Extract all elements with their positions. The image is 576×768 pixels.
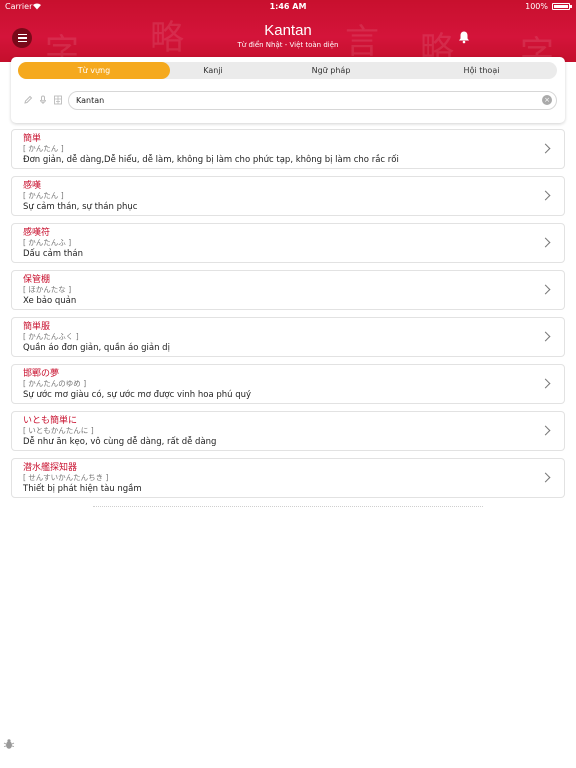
kanji-icon[interactable] xyxy=(53,95,63,105)
result-item[interactable]: いとも簡単に [ いともかんたんに ] Dễ như ăn kẹo, vô cù… xyxy=(11,411,565,451)
search-field: × xyxy=(68,91,557,110)
app-header: 字 略 言 略 字 Carrier 1:46 AM 100% Kantan Từ… xyxy=(0,0,576,62)
result-item[interactable]: 感嘆 [ かんたん ] Sự cảm thán, sự thán phục xyxy=(11,176,565,216)
input-tools xyxy=(23,95,63,105)
tab-ngu-phap[interactable]: Ngữ pháp xyxy=(256,62,406,79)
result-reading: [ かんたん ] xyxy=(23,144,64,153)
list-end-divider xyxy=(93,506,483,507)
pencil-icon[interactable] xyxy=(23,95,33,105)
status-bar: Carrier 1:46 AM 100% xyxy=(0,0,576,13)
result-item[interactable]: 簡単 [ かんたん ] Đơn giản, dễ dàng,Dễ hiểu, d… xyxy=(11,129,565,169)
tab-tu-vung[interactable]: Từ vựng xyxy=(18,62,170,79)
result-meaning: Sự ước mơ giàu có, sự ước mơ được vinh h… xyxy=(23,390,252,400)
search-input[interactable] xyxy=(76,92,536,109)
chevron-right-icon xyxy=(540,237,551,248)
tab-kanji[interactable]: Kanji xyxy=(170,62,256,79)
result-meaning: Quần áo đơn giản, quần áo giản dị xyxy=(23,343,170,353)
chevron-right-icon xyxy=(540,143,551,154)
result-reading: [ せんすいかんたんちき ] xyxy=(23,473,109,482)
result-reading: [ かんたん ] xyxy=(23,191,64,200)
battery-percent: 100% xyxy=(525,2,548,11)
chevron-right-icon xyxy=(540,378,551,389)
app-title: Kantan xyxy=(264,22,312,39)
result-meaning: Dễ như ăn kẹo, vô cùng dễ dàng, rất dễ d… xyxy=(23,437,217,447)
result-item[interactable]: 簡単服 [ かんたんふく ] Quần áo đơn giản, quần áo… xyxy=(11,317,565,357)
chevron-right-icon xyxy=(540,425,551,436)
result-meaning: Sự cảm thán, sự thán phục xyxy=(23,202,138,212)
tab-hoi-thoai[interactable]: Hội thoại xyxy=(406,62,557,79)
title-block: Kantan Từ điển Nhật - Việt toàn diện xyxy=(0,22,576,50)
chevron-right-icon xyxy=(540,331,551,342)
chevron-right-icon xyxy=(540,472,551,483)
result-item[interactable]: 保管棚 [ ほかんたな ] Xe bảo quản xyxy=(11,270,565,310)
app-subtitle: Từ điển Nhật - Việt toàn diện xyxy=(237,41,339,49)
result-meaning: Xe bảo quản xyxy=(23,296,77,306)
result-item[interactable]: 邯鄲の夢 [ かんたんのゆめ ] Sự ước mơ giàu có, sự ư… xyxy=(11,364,565,404)
result-item[interactable]: 感嘆符 [ かんたんふ ] Dấu cảm thán xyxy=(11,223,565,263)
result-reading: [ いともかんたんに ] xyxy=(23,426,94,435)
chevron-right-icon xyxy=(540,284,551,295)
result-item[interactable]: 潜水艦探知器 [ せんすいかんたんちき ] Thiết bị phát hiện… xyxy=(11,458,565,498)
result-meaning: Dấu cảm thán xyxy=(23,249,84,259)
bug-icon[interactable] xyxy=(3,738,15,750)
result-meaning: Thiết bị phát hiện tàu ngầm xyxy=(23,484,142,494)
chevron-right-icon xyxy=(540,190,551,201)
result-reading: [ かんたんのゆめ ] xyxy=(23,379,87,388)
search-panel: Từ vựng Kanji Ngữ pháp Hội thoại × xyxy=(11,57,565,123)
result-reading: [ ほかんたな ] xyxy=(23,285,72,294)
microphone-icon[interactable] xyxy=(38,95,48,105)
bell-icon[interactable] xyxy=(457,30,471,44)
result-reading: [ かんたんふく ] xyxy=(23,332,79,341)
result-reading: [ かんたんふ ] xyxy=(23,238,72,247)
tab-bar: Từ vựng Kanji Ngữ pháp Hội thoại xyxy=(18,62,557,79)
clear-icon[interactable]: × xyxy=(542,95,552,105)
result-meaning: Đơn giản, dễ dàng,Dễ hiểu, dễ làm, không… xyxy=(23,155,399,165)
battery-icon xyxy=(552,3,572,10)
clock: 1:46 AM xyxy=(269,2,307,11)
result-list: 簡単 [ かんたん ] Đơn giản, dễ dàng,Dễ hiểu, d… xyxy=(11,129,565,505)
